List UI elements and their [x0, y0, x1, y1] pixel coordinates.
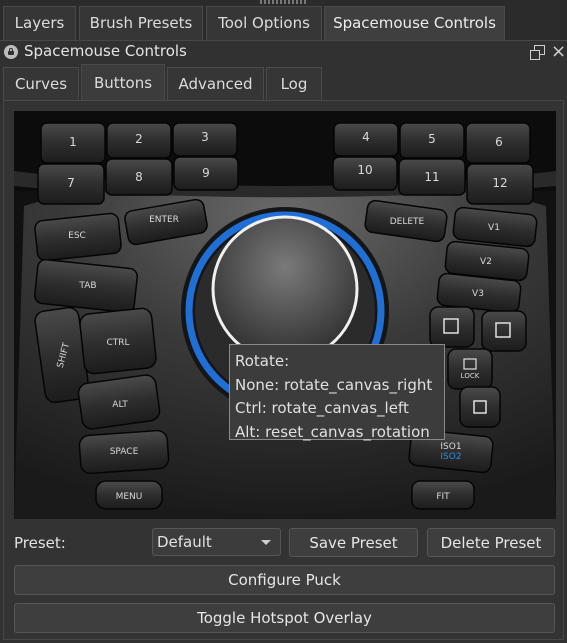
- preset-select-value: Default: [157, 533, 212, 551]
- tooltip-alt: Alt: reset_canvas_rotation: [235, 422, 430, 441]
- key-enter-label: ENTER: [149, 215, 179, 225]
- key-1-label: 1: [69, 135, 77, 149]
- docker-title: Spacemouse Controls: [24, 42, 187, 60]
- key-view-top[interactable]: [481, 310, 527, 352]
- delete-preset-button[interactable]: Delete Preset: [427, 528, 555, 557]
- preset-select[interactable]: Default: [152, 528, 281, 556]
- key-9-label: 9: [202, 166, 210, 180]
- dock-tab-spacemouse-controls[interactable]: Spacemouse Controls: [324, 6, 505, 40]
- dock-tab-layers[interactable]: Layers: [3, 6, 76, 40]
- key-3-label: 3: [201, 130, 209, 144]
- tooltip-none: None: rotate_canvas_right: [235, 375, 433, 394]
- key-tab-label: TAB: [78, 281, 96, 291]
- key-esc-label: ESC: [68, 231, 86, 241]
- tab-curves[interactable]: Curves: [3, 67, 79, 101]
- key-12-label: 12: [492, 176, 507, 190]
- tooltip-title: Rotate:: [235, 352, 290, 370]
- key-menu-label: MENU: [116, 492, 143, 502]
- key-7-label: 7: [67, 176, 75, 190]
- key-10-label: 10: [357, 163, 372, 177]
- key-ctrl-label: CTRL: [106, 338, 129, 348]
- key-v1-label: V1: [488, 223, 500, 233]
- lock-icon[interactable]: [4, 45, 18, 59]
- preset-label: Preset:: [14, 534, 66, 552]
- key-5-label: 5: [428, 132, 436, 146]
- tab-buttons[interactable]: Buttons: [81, 64, 165, 101]
- dock-tab-tool-options[interactable]: Tool Options: [206, 6, 322, 40]
- docker-title-bar: Spacemouse Controls ×: [0, 41, 567, 65]
- dock-tab-bar: Layers Brush Presets Tool Options Spacem…: [0, 0, 567, 41]
- tooltip-ctrl: Ctrl: rotate_canvas_left: [235, 399, 409, 417]
- key-fit-label: FIT: [436, 492, 450, 502]
- key-space-label: SPACE: [110, 447, 139, 457]
- key-6-label: 6: [495, 135, 503, 149]
- hotspot-tooltip: Rotate: None: rotate_canvas_right Ctrl: …: [229, 344, 445, 441]
- chevron-down-icon: [261, 540, 271, 545]
- spacemouse-device-image: 1 2 3 7 8 9 4 5 6 10 11 12 ESC ENTER TAB…: [14, 111, 556, 519]
- float-window-icon[interactable]: [530, 45, 545, 60]
- key-8-label: 8: [135, 170, 143, 184]
- device-svg: 1 2 3 7 8 9 4 5 6 10 11 12 ESC ENTER TAB…: [14, 111, 556, 519]
- key-delete-label: DELETE: [390, 217, 425, 227]
- close-icon[interactable]: ×: [551, 42, 566, 62]
- tab-advanced[interactable]: Advanced: [167, 67, 264, 101]
- dock-tab-brush-presets[interactable]: Brush Presets: [79, 6, 203, 40]
- save-preset-button[interactable]: Save Preset: [289, 528, 418, 557]
- key-alt-label: ALT: [112, 400, 128, 410]
- key-4-label: 4: [362, 130, 370, 144]
- key-iso2-label: ISO2: [440, 452, 461, 462]
- key-lock-label: LOCK: [461, 372, 480, 380]
- key-view-right[interactable]: [459, 386, 501, 428]
- key-2-label: 2: [135, 132, 143, 146]
- key-v3-label: V3: [472, 289, 484, 299]
- toggle-hotspot-overlay-button[interactable]: Toggle Hotspot Overlay: [14, 603, 555, 633]
- tab-log[interactable]: Log: [266, 67, 322, 101]
- configure-puck-button[interactable]: Configure Puck: [14, 565, 555, 595]
- drag-grip[interactable]: [260, 0, 306, 4]
- key-v2-label: V2: [480, 257, 492, 267]
- key-11-label: 11: [424, 170, 439, 184]
- key-view-rotate[interactable]: [429, 306, 475, 348]
